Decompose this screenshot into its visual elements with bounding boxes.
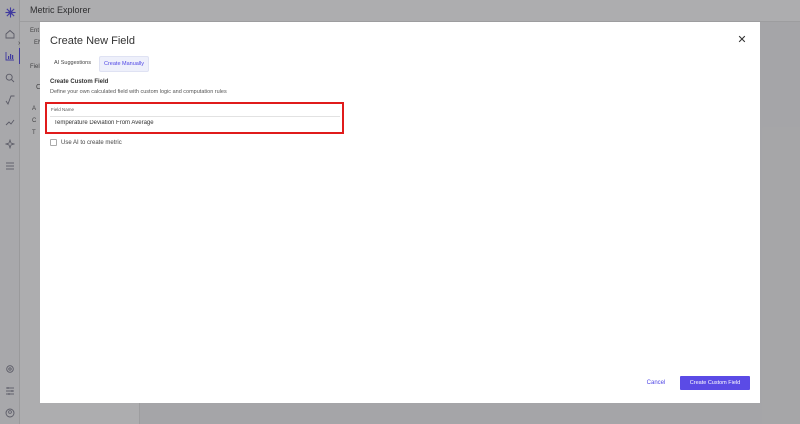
create-field-modal: Create New Field ✕ AI Suggestions Create… — [40, 22, 760, 403]
tab-bar: AI Suggestions Create Manually — [50, 56, 150, 72]
cancel-button[interactable]: Cancel — [638, 377, 674, 389]
tab-create-manually[interactable]: Create Manually — [99, 56, 150, 72]
use-ai-checkbox[interactable] — [50, 139, 57, 146]
create-custom-field-button[interactable]: Create Custom Field — [680, 376, 750, 390]
close-icon[interactable]: ✕ — [736, 34, 748, 46]
use-ai-checkbox-row[interactable]: Use AI to create metric — [50, 139, 122, 146]
field-name-label: Field Name — [51, 107, 75, 112]
tab-ai-suggestions[interactable]: AI Suggestions — [50, 56, 95, 72]
section-title: Create Custom Field — [50, 79, 109, 85]
field-name-input[interactable] — [50, 116, 340, 129]
use-ai-checkbox-label: Use AI to create metric — [61, 139, 122, 146]
modal-title: Create New Field — [50, 35, 135, 47]
section-description: Define your own calculated field with cu… — [50, 89, 227, 95]
